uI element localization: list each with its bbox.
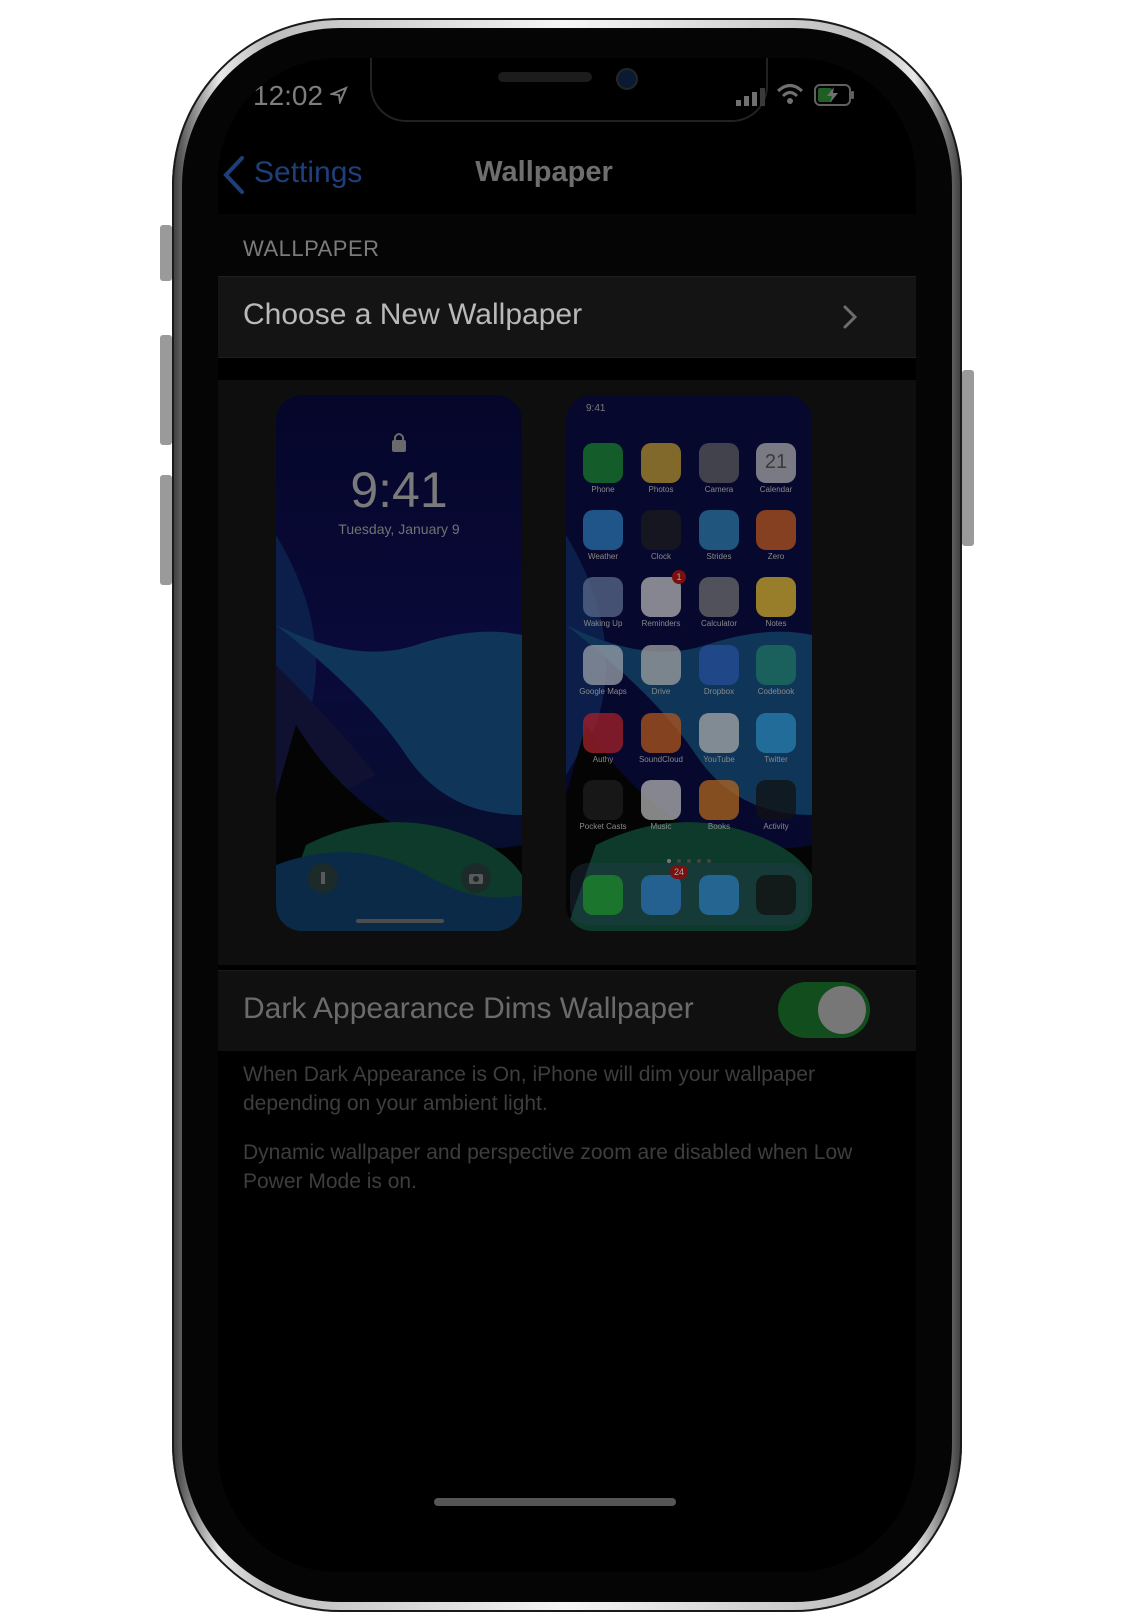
lock-preview-time: 9:41 xyxy=(350,462,448,518)
side-button[interactable] xyxy=(962,370,974,546)
notch xyxy=(370,58,768,122)
flashlight-icon xyxy=(308,863,338,893)
camera-icon xyxy=(461,863,491,893)
footnote-low-power: Dynamic wallpaper and perspective zoom a… xyxy=(243,1141,853,1193)
chevron-right-icon xyxy=(842,304,858,335)
mail-dock-icon[interactable] xyxy=(641,875,681,915)
spotify-dock-icon[interactable] xyxy=(756,875,796,915)
speaker-grille xyxy=(498,72,592,82)
lock-screen-preview[interactable]: 9:41 Tuesday, January 9 xyxy=(276,395,522,931)
volume-up-button[interactable] xyxy=(160,335,172,445)
lock-icon xyxy=(390,431,408,458)
volume-down-button[interactable] xyxy=(160,475,172,585)
mail-badge: 24 xyxy=(670,865,688,879)
lock-preview-date: Tuesday, January 9 xyxy=(338,521,460,537)
home-indicator-preview xyxy=(356,919,444,923)
front-camera xyxy=(616,68,638,90)
dark-dims-label: Dark Appearance Dims Wallpaper xyxy=(243,992,694,1025)
status-time: 12:02 xyxy=(253,80,324,111)
footnote-dark-appearance: When Dark Appearance is On, iPhone will … xyxy=(243,1063,815,1115)
home-indicator[interactable] xyxy=(434,1498,676,1506)
wifi-icon xyxy=(776,82,804,111)
dock-icons xyxy=(566,395,812,931)
silent-switch[interactable] xyxy=(160,225,172,281)
safari-dock-icon[interactable] xyxy=(699,875,739,915)
page-title: Wallpaper xyxy=(475,156,613,188)
section-header: WALLPAPER xyxy=(243,236,380,261)
choose-wallpaper-label: Choose a New Wallpaper xyxy=(243,298,583,331)
home-screen-preview[interactable]: 9:41 Phone Photos Camera Calendar Weather Clo… xyxy=(566,395,812,931)
toggle-knob xyxy=(818,986,866,1034)
location-icon xyxy=(328,86,348,109)
messages-dock-icon[interactable] xyxy=(583,875,623,915)
cellular-signal-icon xyxy=(736,86,768,111)
battery-charging-icon xyxy=(814,84,856,111)
phone-screen: 12:02 Settings Wallpaper WALLPAPER Choos… xyxy=(218,58,916,1572)
